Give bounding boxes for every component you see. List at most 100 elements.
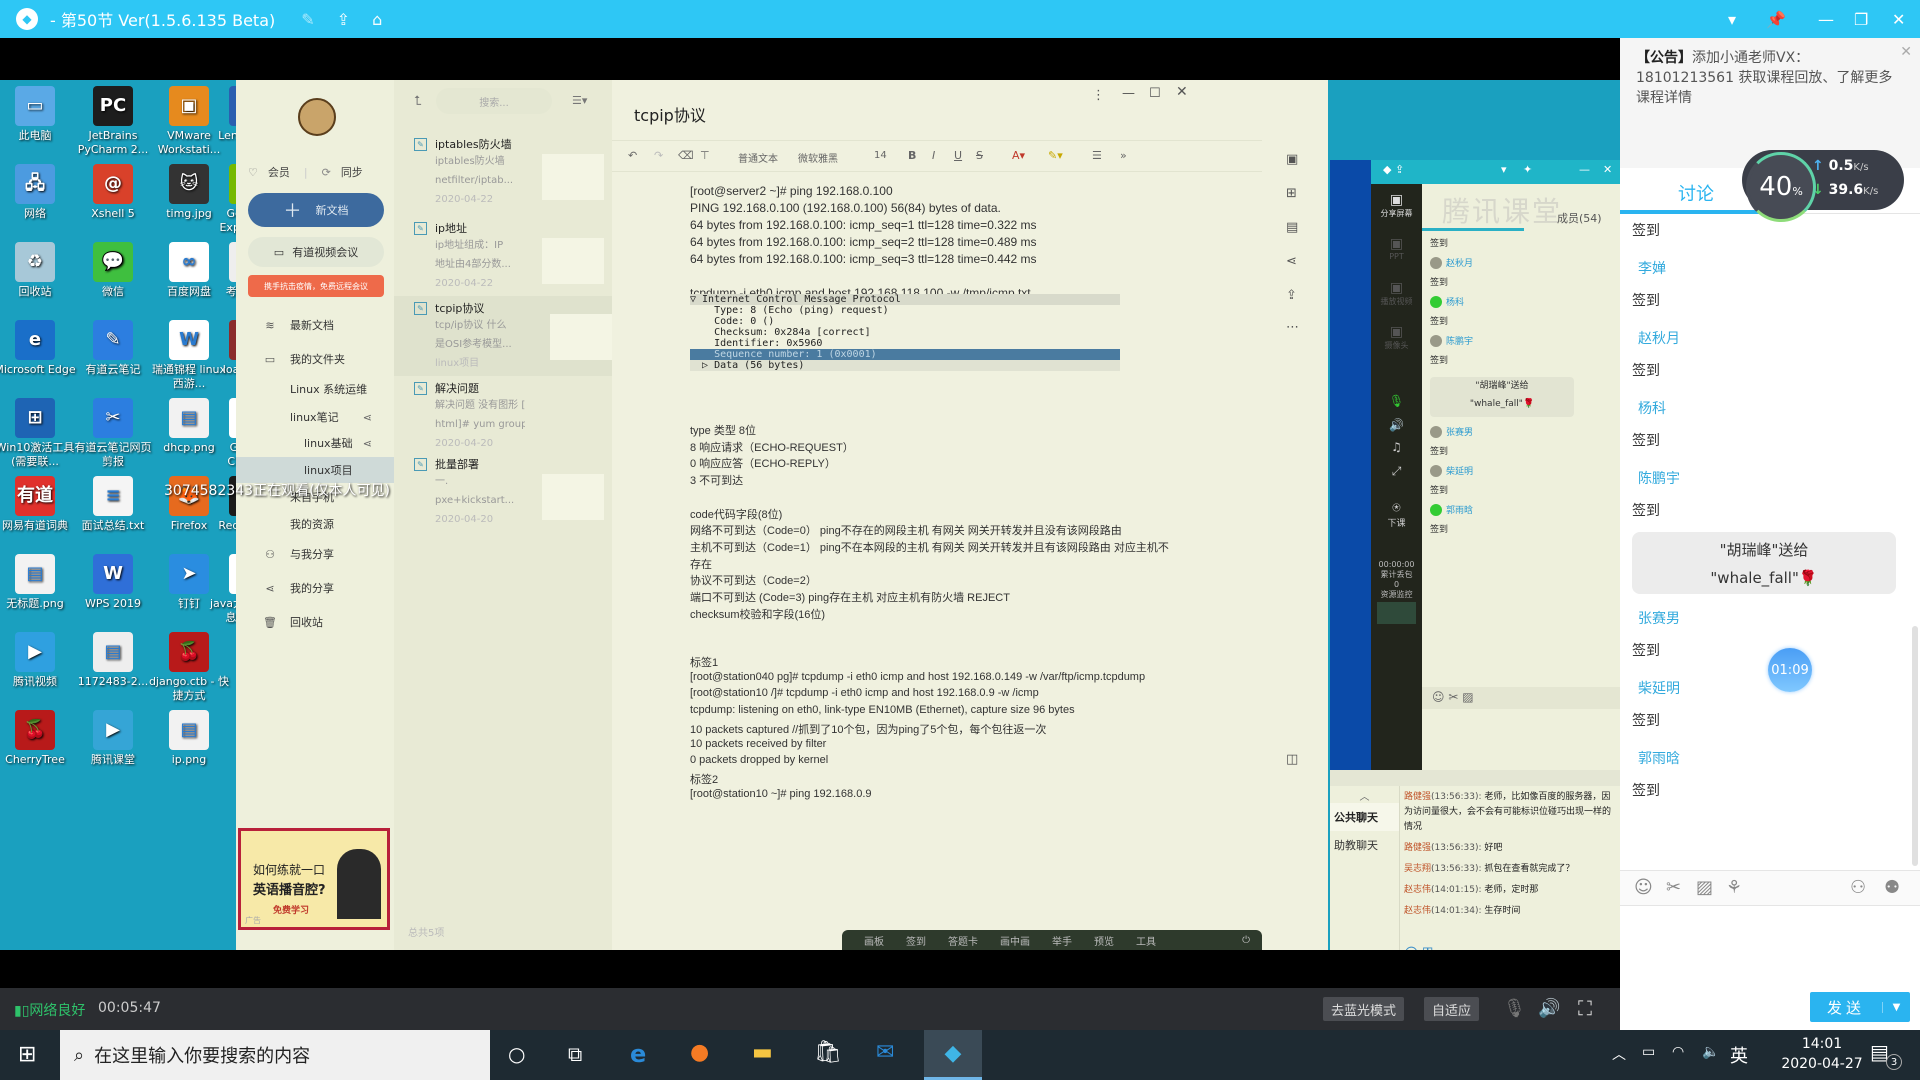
desktop-icon[interactable]: ▶ 腾讯课堂 xyxy=(72,710,154,767)
sidebar-item-my-resources[interactable]: 我的资源 xyxy=(236,511,394,537)
chat-username[interactable]: 赵秋月 xyxy=(1430,256,1473,269)
export-icon[interactable]: ⇪ xyxy=(1286,288,1297,303)
promo-banner[interactable]: 携手抗击疫情，免费远程会议 xyxy=(248,275,384,297)
note-list-item[interactable]: ✎ 解决问题解决问题 没有图形 [root@mail html]# yum grou… xyxy=(414,380,604,453)
font-color-icon[interactable]: A▾ xyxy=(1012,149,1025,162)
edge-icon[interactable]: e xyxy=(630,1040,646,1068)
emoji-icon[interactable]: ☺ xyxy=(1634,877,1653,898)
desktop-icon[interactable]: W WPS 2019 xyxy=(72,554,154,611)
desktop-icon[interactable]: ▤ 无标题.png xyxy=(0,554,76,611)
chat-username[interactable]: 赵秋月 xyxy=(1638,328,1680,348)
editor-minimize-button[interactable]: — xyxy=(1122,86,1135,101)
eraser-icon[interactable]: ⌫ xyxy=(678,149,694,162)
editor-close-button[interactable]: ✕ xyxy=(1176,84,1188,100)
scissors-icon[interactable]: ✂ xyxy=(1666,877,1681,898)
sidebar-item-trash[interactable]: 🗑 回收站 xyxy=(236,609,394,635)
windows-start-icon[interactable]: ⊞ xyxy=(18,1042,36,1067)
desktop-icon[interactable]: 🍒 CherryTree xyxy=(0,710,76,767)
note-list-item[interactable]: ✎ ip地址 ip地址组成：IP 地址由4部分数... 2020-04-22 xyxy=(414,220,604,293)
tx-side-tool[interactable]: ▣ PPT xyxy=(1371,236,1422,261)
tx-minimize-button[interactable]: — xyxy=(1579,163,1590,176)
share-icon[interactable]: ⋖ xyxy=(363,411,372,424)
outline-icon[interactable]: ▤ xyxy=(1286,220,1298,235)
blue-light-mode-button[interactable]: 去蓝光模式 xyxy=(1323,997,1405,1021)
float-toolbar-item[interactable]: 签到 xyxy=(906,933,926,948)
highlight-icon[interactable]: ✎▾ xyxy=(1048,149,1063,162)
format-painter-icon[interactable]: ⊤ xyxy=(700,149,710,162)
tab-discussion[interactable]: 讨论 xyxy=(1678,180,1714,206)
desktop-icon[interactable]: ♻ 回收站 xyxy=(0,242,76,299)
adaptive-button[interactable]: 自适应 xyxy=(1424,997,1480,1021)
store-icon[interactable]: 🛍 xyxy=(814,1040,842,1065)
mic-muted-icon[interactable]: 🎙 xyxy=(1503,998,1526,1019)
add-user-icon[interactable]: ⚇ xyxy=(1850,877,1866,898)
insert-icon[interactable]: ⊞ xyxy=(1286,186,1297,201)
sender-name[interactable]: 赵志伟 xyxy=(1404,885,1431,895)
list-view-icon[interactable]: ☰▾ xyxy=(572,94,587,107)
note-list-item[interactable]: ✎ tcpip协议 tcp/ip协议 什么 是OSI参考模型... linux项目 xyxy=(394,296,612,376)
sidebar-item-my-folders[interactable]: ▭ 我的文件夹 xyxy=(236,346,394,372)
mic-icon[interactable]: 🎙 xyxy=(1371,394,1422,408)
desktop-icon[interactable]: 🍒 django.ctb - 快捷方式 xyxy=(148,632,230,703)
share-icon[interactable]: ⋖ xyxy=(363,437,372,450)
taskbar-search[interactable]: ⌕ 在这里输入你要搜索的内容 xyxy=(60,1030,490,1080)
desktop-icon[interactable]: PC JetBrains PyCharm 2... xyxy=(72,86,154,157)
sender-name[interactable]: 路健强 xyxy=(1404,843,1431,853)
paragraph-style-select[interactable]: 普通文本 xyxy=(738,150,778,165)
dropdown-icon[interactable]: ▾ xyxy=(1728,0,1736,38)
member-link[interactable]: 会员 xyxy=(268,164,290,180)
message-input[interactable] xyxy=(1620,906,1920,988)
float-toolbar-item[interactable]: 举手 xyxy=(1052,933,1072,948)
ime-indicator[interactable]: 英 xyxy=(1730,1042,1748,1068)
desktop-icon[interactable]: ✂ 有道云笔记网页剪报 xyxy=(72,398,154,469)
ad-banner[interactable]: 如何练就一口 英语播音腔? 免费学习 广告 xyxy=(238,828,390,930)
desktop-icon[interactable]: ⊞ Win10激活工具(需要联... xyxy=(0,398,76,469)
restore-button[interactable]: ❐ xyxy=(1854,0,1868,38)
underline-icon[interactable]: U xyxy=(954,149,962,162)
tab-public-chat[interactable]: 公共聊天 xyxy=(1330,803,1399,831)
chat-username[interactable]: 陈鹏宇 xyxy=(1638,468,1680,488)
note-list-item[interactable]: ✎ iptables防火墙 iptables防火墙 netfilter/iptab..… xyxy=(414,136,604,209)
search-input[interactable]: 搜索... xyxy=(436,88,552,114)
power-icon[interactable]: ⏻ xyxy=(1242,935,1250,946)
send-options-icon[interactable]: ▼ xyxy=(1882,1001,1910,1013)
chat-username[interactable]: 柴延明 xyxy=(1638,678,1680,698)
chat-username[interactable]: 杨科 xyxy=(1430,295,1464,308)
pin-icon[interactable]: 📌 xyxy=(1766,0,1786,38)
sidebar-item-shared-with-me[interactable]: ⚇ 与我分享 xyxy=(236,541,394,567)
tencent-classroom-taskbar-icon[interactable]: ◆ xyxy=(924,1030,982,1080)
dropdown-icon[interactable]: ▾ xyxy=(1501,163,1507,176)
undo-icon[interactable]: ↶ xyxy=(628,149,637,162)
more-tools-icon[interactable]: » xyxy=(1120,149,1127,162)
emoji-icon[interactable]: ☺ ✂ ▨ xyxy=(1432,690,1474,704)
new-document-button[interactable]: ＋ 新文档 xyxy=(248,193,384,227)
expand-icon[interactable]: ⤢ xyxy=(1371,464,1422,479)
chat-username[interactable]: 张赛男 xyxy=(1430,425,1473,438)
image-icon[interactable]: ▨ xyxy=(1696,877,1713,898)
sync-button[interactable]: 同步 xyxy=(341,164,363,180)
desktop-icon[interactable]: ▭ 此电脑 xyxy=(0,86,76,143)
mail-icon[interactable]: ✉ xyxy=(876,1040,894,1065)
minimize-button[interactable]: — xyxy=(1818,0,1834,38)
panel-toggle-icon[interactable]: ◫ xyxy=(1286,752,1298,767)
share-out-icon[interactable]: ⇪ xyxy=(337,10,350,29)
edit-icon[interactable]: ✎ xyxy=(301,10,314,29)
tx-side-tool[interactable]: ▣ 摄像头 xyxy=(1371,324,1422,351)
back-icon[interactable]: ⮤ xyxy=(414,94,422,109)
firefox-icon[interactable]: ● xyxy=(690,1040,709,1065)
chat-username[interactable]: 李婵 xyxy=(1638,258,1666,278)
cortana-icon[interactable]: ○ xyxy=(508,1042,525,1066)
italic-icon[interactable]: I xyxy=(932,149,935,162)
text-mode-icon[interactable]: ▣ xyxy=(1286,152,1298,167)
speaker-icon[interactable]: 🔊 xyxy=(1371,418,1422,432)
list-icon[interactable]: ☰ xyxy=(1092,149,1102,162)
task-view-icon[interactable]: ⧉ xyxy=(568,1042,582,1066)
speaker-icon[interactable]: 🔈 xyxy=(1702,1044,1719,1060)
file-explorer-icon[interactable]: ▬ xyxy=(752,1040,773,1065)
font-size-select[interactable]: 14 xyxy=(874,150,887,161)
strikethrough-icon[interactable]: S xyxy=(976,149,983,162)
fullscreen-icon[interactable]: ⛶ xyxy=(1578,996,1592,1020)
share-icon[interactable]: ⋖ xyxy=(1286,254,1297,269)
chat-username[interactable]: 陈鹏宇 xyxy=(1430,334,1473,347)
tx-close-button[interactable]: ✕ xyxy=(1603,163,1612,176)
